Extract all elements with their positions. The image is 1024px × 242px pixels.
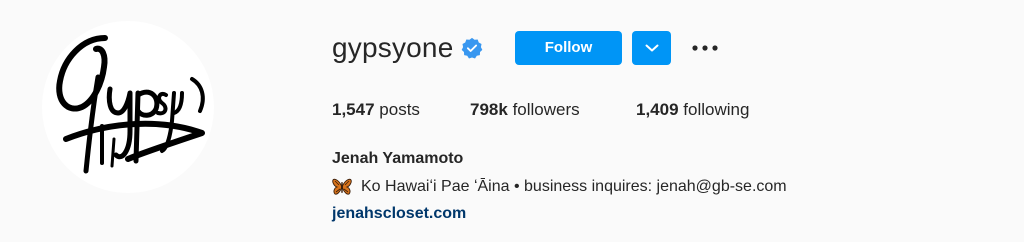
- full-name: Jenah Yamamoto: [332, 150, 464, 167]
- posts-stat: 1,547 posts: [332, 98, 420, 122]
- bio-text-line: Ko Hawaiʻi Pae ʻĀina • business inquires…: [332, 175, 787, 199]
- followers-label: followers: [512, 100, 580, 119]
- profile-header: gypsyone Follow 1,547 posts 798k followe…: [0, 0, 1024, 242]
- website-link[interactable]: jenahscloset.com: [332, 203, 466, 225]
- follow-button[interactable]: Follow: [515, 31, 622, 65]
- butterfly-icon: [332, 178, 352, 196]
- verified-badge-icon: [461, 37, 483, 59]
- username: gypsyone: [332, 32, 454, 63]
- followers-stat[interactable]: 798k followers: [470, 98, 580, 122]
- bio-text: Ko Hawaiʻi Pae ʻĀina • business inquires…: [361, 178, 787, 195]
- username-row: gypsyone: [332, 28, 483, 68]
- following-count: 1,409: [636, 100, 679, 119]
- suggested-dropdown-button[interactable]: [632, 31, 671, 65]
- followers-count: 798k: [470, 100, 508, 119]
- posts-label: posts: [379, 100, 420, 119]
- more-options-icon: [692, 45, 718, 51]
- profile-avatar[interactable]: [42, 21, 214, 193]
- following-stat[interactable]: 1,409 following: [636, 98, 749, 122]
- posts-count: 1,547: [332, 100, 375, 119]
- following-label: following: [683, 100, 750, 119]
- more-options-button[interactable]: [688, 34, 722, 62]
- signature-logo-image: [56, 35, 205, 174]
- chevron-down-icon: [645, 44, 658, 52]
